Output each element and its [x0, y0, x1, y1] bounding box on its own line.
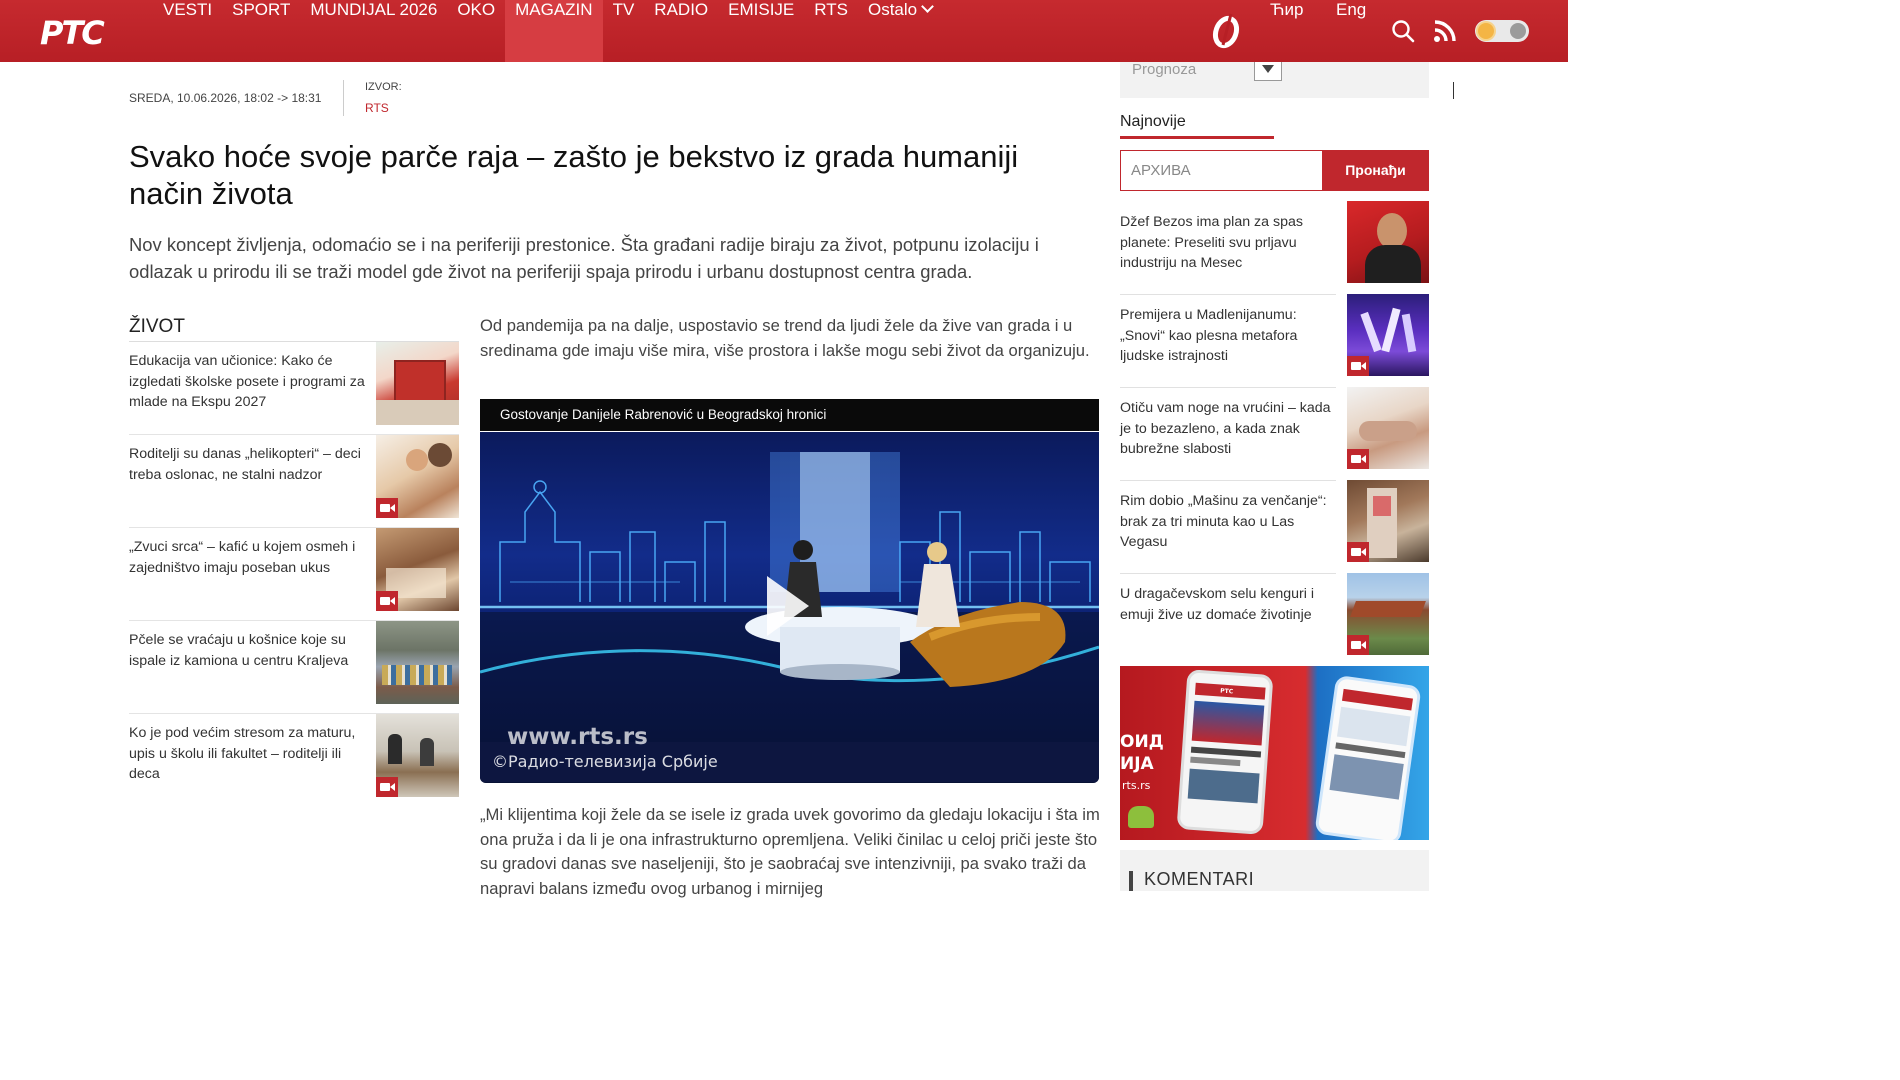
video-watermark-url: www.rts.rs: [507, 724, 648, 750]
video-camera-icon: [1347, 542, 1369, 562]
text-cursor: [1453, 82, 1454, 99]
related-item[interactable]: „Zvuci srca“ – kafić u kojem osmeh i zaj…: [129, 527, 459, 620]
newest-tab[interactable]: Najnovije: [1120, 113, 1186, 131]
related-item-title[interactable]: Ko je pod većim stresom za maturu, upis …: [129, 723, 369, 785]
nav-item-vesti[interactable]: VESTI: [153, 0, 222, 62]
related-item-title[interactable]: Roditelji su danas „helikopteri“ – deci …: [129, 444, 369, 485]
page: РТС VESTI SPORT MUNDIJAL 2026 OKO MAGAZI…: [0, 0, 1568, 898]
related-item[interactable]: Roditelji su danas „helikopteri“ – deci …: [129, 434, 459, 527]
video-player[interactable]: Gostovanje Danijele Rabrenović u Beograd…: [480, 399, 1099, 783]
comments-accent-bar: [1129, 871, 1133, 891]
phone-mockup-2: [1314, 674, 1422, 840]
banner-text-2: ИЈА: [1120, 754, 1154, 774]
nav-item-mundijal[interactable]: MUNDIJAL 2026: [300, 0, 447, 62]
main-nav: VESTI SPORT MUNDIJAL 2026 OKO MAGAZIN TV…: [153, 0, 942, 62]
chevron-down-icon: [921, 0, 934, 13]
weather-label: Prognoza: [1132, 61, 1197, 78]
source-link[interactable]: RTS: [365, 101, 389, 115]
article-paragraph: „Mi klijentima koji žele da se isele iz …: [480, 805, 1100, 898]
video-camera-icon: [376, 777, 398, 797]
related-section-title[interactable]: ŽIVOT: [129, 316, 185, 338]
nav-item-ostalo[interactable]: Ostalo: [858, 0, 942, 62]
related-thumbnail[interactable]: [376, 342, 459, 425]
news-item-title[interactable]: Premijera u Madlenijanumu: „Snovi“ kao p…: [1120, 305, 1336, 367]
comments-title: KOMENTARI: [1144, 869, 1255, 889]
article-paragraph: Od pandemija pa na dalje, uspostavio se …: [480, 316, 1090, 360]
weather-widget: Prognoza: [1120, 61, 1429, 98]
video-camera-icon: [1347, 356, 1369, 376]
video-camera-icon: [376, 498, 398, 518]
news-item[interactable]: Otiču vam noge na vrućini – kada je to b…: [1120, 387, 1429, 481]
video-caption: Gostovanje Danijele Rabrenović u Beograd…: [480, 399, 1099, 431]
newest-tab-underline: [1120, 136, 1274, 139]
news-thumbnail[interactable]: [1347, 573, 1429, 655]
nav-item-oko[interactable]: OKO: [447, 0, 505, 62]
archive-search-input[interactable]: АРХИВА: [1120, 150, 1322, 191]
news-item[interactable]: Džef Bezos ima plan za spas planete: Pre…: [1120, 201, 1429, 295]
banner-text-1: ОИД: [1120, 732, 1164, 752]
news-thumbnail[interactable]: [1347, 387, 1429, 469]
related-thumbnail[interactable]: [376, 435, 459, 518]
news-thumbnail[interactable]: [1347, 294, 1429, 376]
phone-mockup: РТС: [1176, 669, 1274, 835]
video-camera-icon: [1347, 635, 1369, 655]
article-title: Svako hoće svoje parče raja – zašto je b…: [129, 139, 1019, 211]
news-item-title[interactable]: Džef Bezos ima plan za spas planete: Pre…: [1120, 212, 1336, 274]
banner-phone-logo: РТС: [1219, 687, 1234, 696]
related-item[interactable]: Ko je pod većim stresom za maturu, upis …: [129, 713, 459, 806]
news-item[interactable]: Rim dobio „Mašinu za venčanje“: brak za …: [1120, 480, 1429, 574]
article-lead: Nov koncept življenja, odomaćio se i na …: [129, 234, 1039, 282]
nav-item-radio[interactable]: RADIO: [644, 0, 718, 62]
nav-item-magazin[interactable]: MAGAZIN: [505, 0, 603, 62]
video-camera-icon: [1347, 449, 1369, 469]
rss-icon[interactable]: [1433, 19, 1457, 43]
news-item[interactable]: U dragačevskom selu kenguri i emuji žive…: [1120, 573, 1429, 667]
news-item-title[interactable]: U dragačevskom selu kenguri i emuji žive…: [1120, 584, 1336, 625]
theme-toggle[interactable]: [1475, 20, 1529, 42]
lang-english-link[interactable]: Eng: [1336, 0, 1366, 62]
article-date: SREDA, 10.06.2026, 18:02 -> 18:31: [129, 91, 322, 105]
related-item-title[interactable]: Pčele se vraćaju u košnice koje su ispal…: [129, 630, 369, 671]
related-item[interactable]: Pčele se vraćaju u košnice koje su ispal…: [129, 620, 459, 713]
related-item[interactable]: Edukacija van učionice: Kako će izgledat…: [129, 341, 459, 434]
nav-item-emisije[interactable]: EMISIJE: [718, 0, 804, 62]
toggle-knob: [1510, 23, 1526, 39]
newest-news-list: Džef Bezos ima plan za spas planete: Pre…: [1120, 201, 1429, 667]
brand-icon[interactable]: [1209, 11, 1243, 49]
android-icon: [1128, 806, 1154, 828]
nav-item-rts[interactable]: RTS: [804, 0, 858, 62]
video-camera-icon: [376, 591, 398, 611]
rts-logo[interactable]: РТС: [40, 14, 105, 52]
dropdown-arrow-icon: [1262, 65, 1274, 73]
related-list: Edukacija van učionice: Kako će izgledat…: [129, 341, 459, 806]
comments-section: KOMENTARI: [1120, 850, 1429, 891]
related-item-title[interactable]: „Zvuci srca“ – kafić u kojem osmeh i zaj…: [129, 537, 369, 578]
news-item[interactable]: Premijera u Madlenijanumu: „Snovi“ kao p…: [1120, 294, 1429, 388]
banner-text-3: rts.rs: [1122, 779, 1151, 792]
related-thumbnail[interactable]: [376, 528, 459, 611]
meta-divider: [343, 80, 344, 116]
news-thumbnail[interactable]: [1347, 201, 1429, 283]
nav-item-sport[interactable]: SPORT: [222, 0, 300, 62]
related-item-title[interactable]: Edukacija van učionice: Kako će izgledat…: [129, 351, 369, 413]
mobile-app-banner[interactable]: ОИД ИЈА rts.rs РТС: [1120, 666, 1429, 840]
nav-item-ostalo-label: Ostalo: [867, 0, 918, 19]
video-watermark-copyright: ©Радио-телевизија Србије: [492, 752, 718, 771]
video-frame[interactable]: www.rts.rs ©Радио-телевизија Србије: [480, 432, 1099, 783]
news-item-title[interactable]: Rim dobio „Mašinu za venčanje“: brak za …: [1120, 491, 1336, 553]
news-thumbnail[interactable]: [1347, 480, 1429, 562]
search-icon[interactable]: [1391, 19, 1415, 43]
related-thumbnail[interactable]: [376, 714, 459, 797]
weather-dropdown[interactable]: [1254, 62, 1282, 81]
play-button[interactable]: [767, 576, 809, 636]
related-thumbnail[interactable]: [376, 621, 459, 704]
sun-icon: [1478, 23, 1494, 39]
lang-cyrillic-link[interactable]: Ћир: [1270, 0, 1303, 62]
news-item-title[interactable]: Otiču vam noge na vrućini – kada je to b…: [1120, 398, 1336, 460]
archive-search-button[interactable]: Пронађи: [1322, 150, 1429, 191]
source-label: IZVOR:: [365, 81, 402, 93]
nav-item-tv[interactable]: TV: [603, 0, 645, 62]
top-navigation-bar: РТС VESTI SPORT MUNDIJAL 2026 OKO MAGAZI…: [0, 0, 1568, 62]
